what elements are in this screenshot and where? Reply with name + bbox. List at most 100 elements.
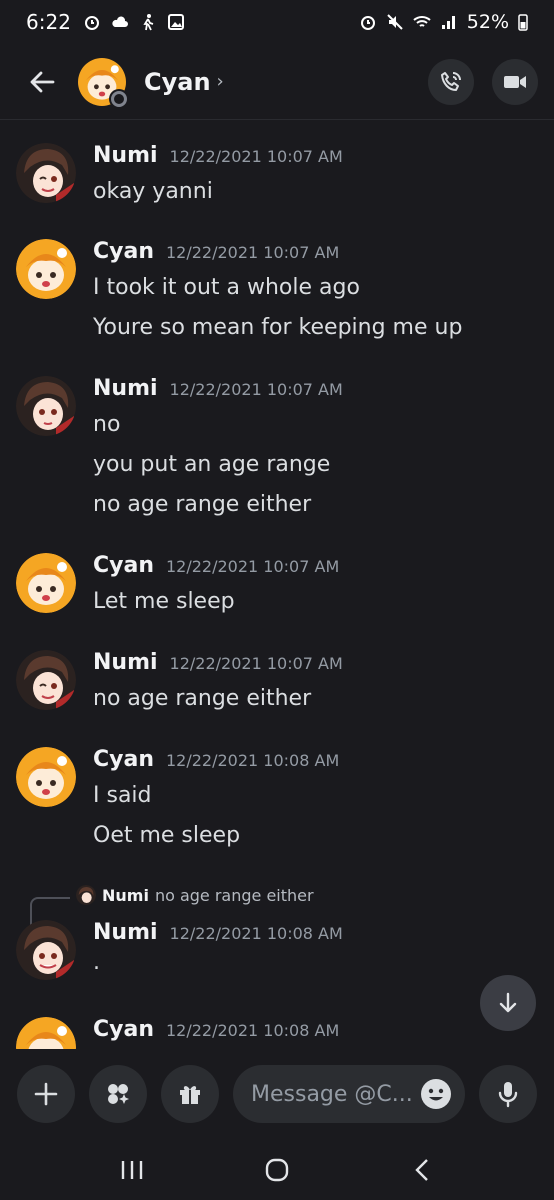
cyan-avatar-image (16, 1017, 76, 1049)
header-actions (428, 58, 538, 105)
numi-avatar-image (76, 885, 96, 905)
back-nav-button[interactable] (392, 1150, 452, 1190)
cyan-avatar[interactable] (16, 239, 76, 299)
voice-call-button[interactable] (428, 58, 474, 105)
phone-icon (441, 71, 461, 91)
message-timestamp: 12/22/2021 10:08 AM (166, 751, 340, 770)
message-timestamp: 12/22/2021 10:08 AM (169, 924, 343, 943)
wifi-icon (413, 16, 431, 27)
message-text: no age range either (93, 686, 312, 711)
status-icons-left (83, 13, 185, 31)
message-timestamp: 12/22/2021 10:07 AM (166, 243, 340, 262)
status-bar: 6:22 52% (0, 0, 554, 44)
numi-avatar[interactable] (16, 376, 76, 436)
numi-avatar-image (16, 143, 76, 203)
gallery-icon (167, 14, 184, 30)
chevron-right-icon[interactable]: › (217, 71, 224, 92)
message-header: Cyan 12/22/2021 10:07 AM (93, 553, 339, 578)
message-text: I said (93, 783, 152, 808)
numi-avatar-image (16, 650, 76, 710)
numi-avatar[interactable] (16, 920, 76, 980)
reply-text: no age range either (154, 885, 314, 905)
arrow-left-icon (30, 71, 55, 92)
message-author[interactable]: Numi (93, 376, 158, 401)
message-header: Cyan 12/22/2021 10:08 AM (93, 747, 339, 772)
system-navigation-bar (0, 1139, 554, 1200)
message-text: I took it out a whole ago (93, 275, 360, 300)
home-button[interactable] (247, 1150, 307, 1190)
message-header: Cyan 12/22/2021 10:07 AM (93, 239, 339, 264)
message-header: Numi 12/22/2021 10:07 AM (93, 376, 343, 401)
jump-to-bottom-button[interactable] (480, 975, 536, 1031)
apps-sparkle-icon (108, 1084, 129, 1104)
message-author[interactable]: Cyan (93, 747, 154, 772)
message-text: okay yanni (93, 179, 213, 204)
video-call-button[interactable] (492, 58, 538, 105)
reply-avatar (76, 885, 96, 905)
recent-apps-button[interactable] (102, 1150, 162, 1190)
message-header: Numi 12/22/2021 10:08 AM (93, 920, 343, 945)
message-text: Let me sleep (93, 589, 235, 614)
gift-button[interactable] (161, 1065, 219, 1123)
apps-button[interactable] (89, 1065, 147, 1123)
attach-button[interactable] (17, 1065, 75, 1123)
header-avatar[interactable] (78, 57, 129, 109)
numi-avatar[interactable] (16, 650, 76, 710)
message-timestamp: 12/22/2021 10:07 AM (166, 557, 340, 576)
walking-icon (143, 14, 154, 31)
emoji-icon[interactable] (419, 1077, 453, 1111)
message-author[interactable]: Numi (93, 143, 158, 168)
reply-author: Numi (102, 885, 149, 905)
offline-status-indicator (109, 88, 129, 109)
message-header: Numi 12/22/2021 10:07 AM (93, 650, 343, 675)
message-input-wrapper[interactable] (233, 1065, 465, 1123)
home-icon (265, 1158, 289, 1181)
message-author[interactable]: Cyan (93, 239, 154, 264)
message-timestamp: 12/22/2021 10:07 AM (169, 654, 343, 673)
cloud-icon (112, 16, 128, 27)
voice-message-button[interactable] (479, 1065, 537, 1123)
message-timestamp: 12/22/2021 10:08 AM (166, 1021, 340, 1040)
message-author[interactable]: Cyan (93, 553, 154, 578)
message-timestamp: 12/22/2021 10:07 AM (169, 380, 343, 399)
cyan-avatar-image (16, 553, 76, 613)
gift-icon (180, 1086, 200, 1104)
arrow-down-icon (499, 992, 517, 1013)
message-text: Oet me sleep (93, 823, 241, 848)
chat-header: Cyan › (0, 44, 554, 120)
signal-icon (441, 16, 455, 29)
message-header: Numi 12/22/2021 10:07 AM (93, 143, 343, 168)
message-author[interactable]: Cyan (93, 1017, 154, 1042)
microphone-icon (498, 1082, 518, 1108)
message-author[interactable]: Numi (93, 920, 158, 945)
message-input[interactable] (251, 1081, 419, 1107)
status-icons-right: 52% (359, 11, 528, 33)
recent-apps-icon (122, 1160, 143, 1179)
cyan-avatar[interactable] (16, 1017, 76, 1049)
message-composer (0, 1049, 554, 1139)
status-time: 6:22 (26, 10, 71, 34)
message-text: . (93, 950, 100, 975)
chevron-left-icon (414, 1158, 428, 1181)
reply-reference[interactable]: Numi no age range either (76, 885, 314, 905)
battery-icon (518, 14, 528, 31)
alarm-icon (84, 16, 99, 30)
cyan-avatar[interactable] (16, 553, 76, 613)
message-text: you put an age range (93, 452, 331, 477)
message-list[interactable]: Numi 12/22/2021 10:07 AM okay yanni Cyan… (0, 121, 554, 1049)
header-username[interactable]: Cyan (144, 68, 211, 96)
numi-avatar-image (16, 920, 76, 980)
message-text: Youre so mean for keeping me up (93, 315, 463, 340)
cyan-avatar[interactable] (16, 747, 76, 807)
plus-icon (34, 1082, 58, 1106)
message-author[interactable]: Numi (93, 650, 158, 675)
message-text: no (93, 412, 121, 437)
cyan-avatar-image (16, 747, 76, 807)
back-button[interactable] (24, 64, 60, 100)
battery-level: 52% (466, 11, 509, 33)
message-timestamp: 12/22/2021 10:07 AM (169, 147, 343, 166)
message-text: no age range either (93, 492, 312, 517)
cyan-avatar-image (16, 239, 76, 299)
alarm-icon (360, 16, 375, 30)
numi-avatar[interactable] (16, 143, 76, 203)
